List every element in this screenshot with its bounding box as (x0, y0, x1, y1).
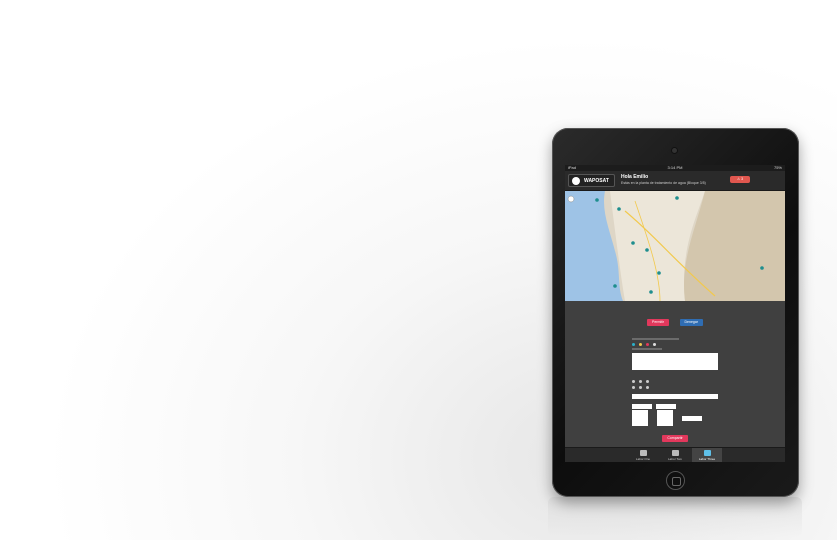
location-subtitle: Estás en la planta de tratamiento de agu… (621, 181, 706, 185)
tab-labor-two[interactable]: Labor Two (660, 448, 690, 462)
action-buttons: Permitir Denegar (565, 310, 785, 328)
report-form: Compartir (632, 338, 718, 442)
camera-icon (672, 148, 677, 153)
map-pin[interactable] (613, 284, 617, 288)
checkbox[interactable] (646, 385, 649, 389)
map-pin[interactable] (617, 207, 621, 211)
severity-options (632, 341, 718, 347)
checkbox[interactable] (632, 379, 635, 383)
deny-button[interactable]: Denegar (679, 319, 703, 326)
checkbox[interactable] (639, 379, 642, 383)
monitor-icon (703, 450, 711, 456)
home-button[interactable] (666, 471, 685, 490)
map-canvas[interactable] (565, 191, 785, 301)
map-pin[interactable] (595, 198, 599, 202)
map-pin[interactable] (649, 290, 653, 294)
severity-radio[interactable] (632, 342, 635, 346)
app-screen: iPad 3:14 PM 75% WAPOSAT Hola Emilio Est… (565, 165, 785, 462)
ipad-device: iPad 3:14 PM 75% WAPOSAT Hola Emilio Est… (552, 128, 799, 497)
app-logo[interactable]: WAPOSAT (568, 174, 615, 187)
checkbox-row (632, 384, 718, 390)
tab-label: Labor Two (668, 457, 682, 461)
location-input[interactable] (632, 394, 718, 399)
locate-icon[interactable] (567, 195, 575, 203)
photo-slot[interactable] (632, 410, 648, 426)
map-pin[interactable] (675, 196, 679, 200)
gamepad-icon (639, 450, 647, 456)
map-view[interactable] (565, 191, 785, 301)
comment-label (632, 348, 663, 350)
alert-button[interactable]: ⚠ 3 (730, 176, 750, 183)
form-question (632, 338, 680, 340)
severity-radio[interactable] (653, 342, 656, 346)
checkbox[interactable] (639, 385, 642, 389)
logo-icon (572, 177, 580, 185)
severity-radio[interactable] (646, 342, 649, 346)
tab-labor-one[interactable]: Labor One (628, 448, 658, 462)
app-header: WAPOSAT Hola Emilio Estás en la planta d… (565, 171, 785, 191)
logo-text: WAPOSAT (584, 178, 609, 184)
checkbox[interactable] (646, 379, 649, 383)
share-button[interactable]: Compartir (662, 435, 688, 442)
photo-row (632, 409, 718, 427)
add-photo-button[interactable] (657, 410, 673, 426)
tab-label: Labor One (635, 457, 651, 461)
map-pin[interactable] (645, 248, 649, 252)
device-reflection (548, 497, 802, 537)
tab-labor-three[interactable]: Labor Three (692, 448, 722, 462)
tab-bar: Labor One Labor Two Labor Three (565, 447, 785, 462)
code-input[interactable] (682, 415, 702, 421)
phone-icon (671, 450, 679, 456)
allow-button[interactable]: Permitir (647, 319, 670, 326)
user-greeting: Hola Emilio (621, 174, 649, 180)
date-input[interactable] (632, 403, 652, 409)
comment-textarea[interactable] (632, 353, 718, 370)
map-pin[interactable] (657, 271, 661, 275)
time-input[interactable] (656, 403, 676, 409)
map-pin[interactable] (760, 266, 764, 270)
severity-radio[interactable] (639, 342, 642, 346)
tab-label: Labor Three (698, 457, 716, 461)
checkbox[interactable] (632, 385, 635, 389)
map-pin[interactable] (631, 241, 635, 245)
